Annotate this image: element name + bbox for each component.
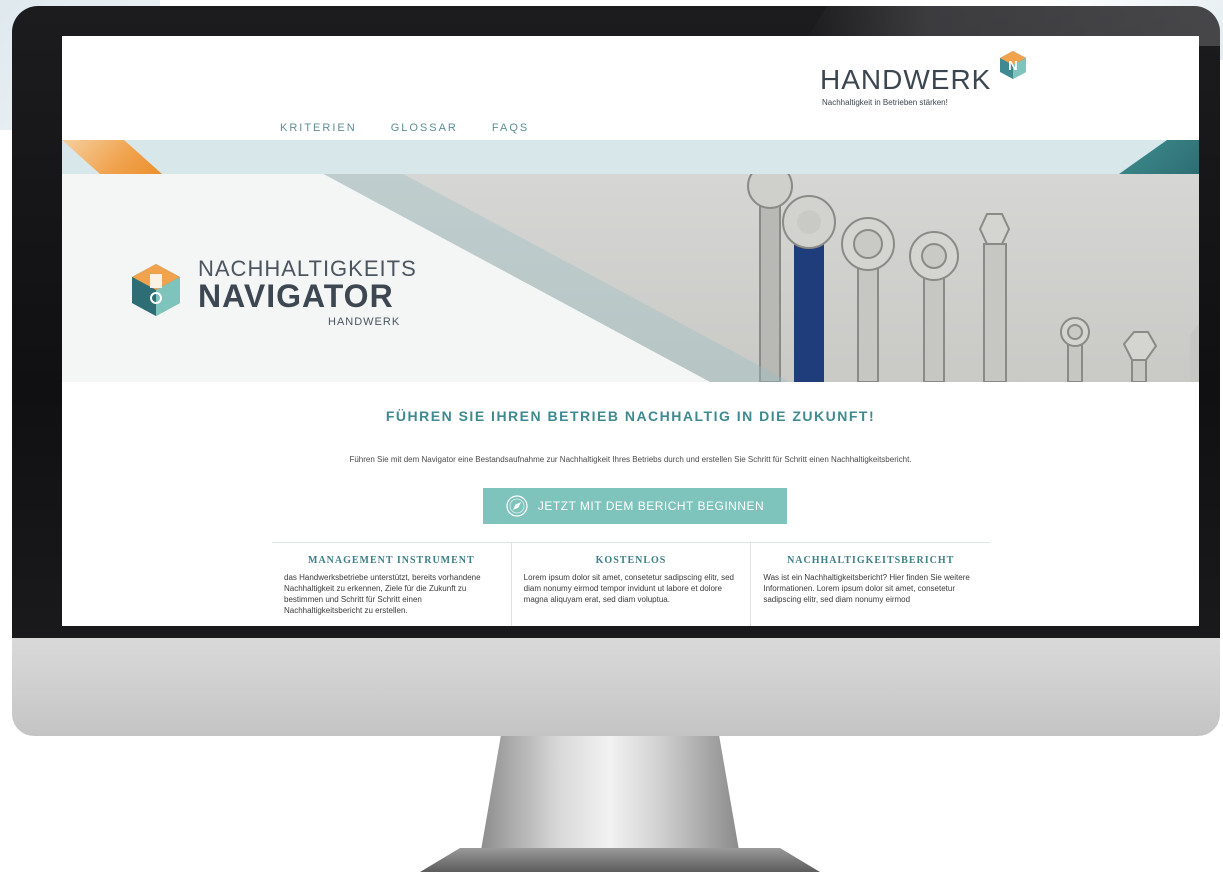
nav-item-kriterien[interactable]: KRITERIEN	[280, 122, 357, 134]
svg-text:N: N	[1008, 58, 1017, 73]
intro-text: Führen Sie mit dem Navigator eine Bestan…	[349, 455, 912, 464]
brand-tagline: Nachhaltigkeit in Betrieben stärken!	[822, 98, 948, 107]
decorative-stripe	[62, 140, 1199, 174]
brand-name: HANDWERK	[820, 64, 992, 95]
nav-item-faqs[interactable]: FAQS	[492, 122, 529, 134]
feature-title: KOSTENLOS	[595, 555, 667, 566]
feature-text: das Handwerksbetriebe unterstützt, berei…	[284, 573, 481, 615]
feature-title: MANAGEMENT INSTRUMENT	[308, 555, 475, 566]
main-nav: KRITERIEN GLOSSAR FAQS	[280, 122, 529, 134]
hero-banner: NACHHALTIGKEITS NAVIGATOR HANDWERK	[62, 174, 1199, 382]
website-screen: HANDWERK Nachhaltigkeit in Betrieben stä…	[62, 36, 1199, 626]
monitor-stand	[420, 736, 820, 872]
hexagon-n-icon: N	[1000, 51, 1026, 79]
feature-kostenlos: KOSTENLOS Lorem ipsum dolor sit amet, co…	[512, 543, 752, 626]
stand-base	[420, 848, 820, 872]
navigator-hexagon-icon	[132, 264, 180, 316]
logo-title-line2: NAVIGATOR	[198, 278, 394, 314]
site-header: HANDWERK Nachhaltigkeit in Betrieben stä…	[62, 36, 1199, 141]
nav-item-glossar[interactable]: GLOSSAR	[391, 122, 458, 134]
start-report-label: JETZT MIT DEM BERICHT BEGINNEN	[537, 499, 765, 513]
feature-title: NACHHALTIGKEITSBERICHT	[787, 555, 955, 566]
monitor: HANDWERK Nachhaltigkeit in Betrieben stä…	[12, 6, 1220, 736]
stripe-teal-accent	[1119, 140, 1199, 174]
feature-columns: MANAGEMENT INSTRUMENT das Handwerksbetri…	[272, 543, 990, 626]
stand-neck	[480, 736, 740, 856]
feature-nachhaltigkeitsbericht: NACHHALTIGKEITSBERICHT Was ist ein Nachh…	[751, 543, 990, 626]
wrenches-image	[747, 174, 1199, 382]
start-report-button[interactable]: JETZT MIT DEM BERICHT BEGINNEN	[483, 488, 787, 524]
page-headline: FÜHREN SIE IHREN BETRIEB NACHHALTIG IN D…	[385, 408, 876, 424]
feature-text: Lorem ipsum dolor sit amet, consetetur s…	[523, 573, 734, 604]
logo-title-line3: HANDWERK	[328, 316, 401, 328]
monitor-chin	[12, 638, 1220, 736]
compass-icon	[506, 495, 528, 517]
stripe-orange-accent	[62, 140, 162, 174]
feature-management: MANAGEMENT INSTRUMENT das Handwerksbetri…	[272, 543, 512, 626]
feature-text: Was ist ein Nachhaltigkeitsbericht? Hier…	[763, 573, 970, 604]
